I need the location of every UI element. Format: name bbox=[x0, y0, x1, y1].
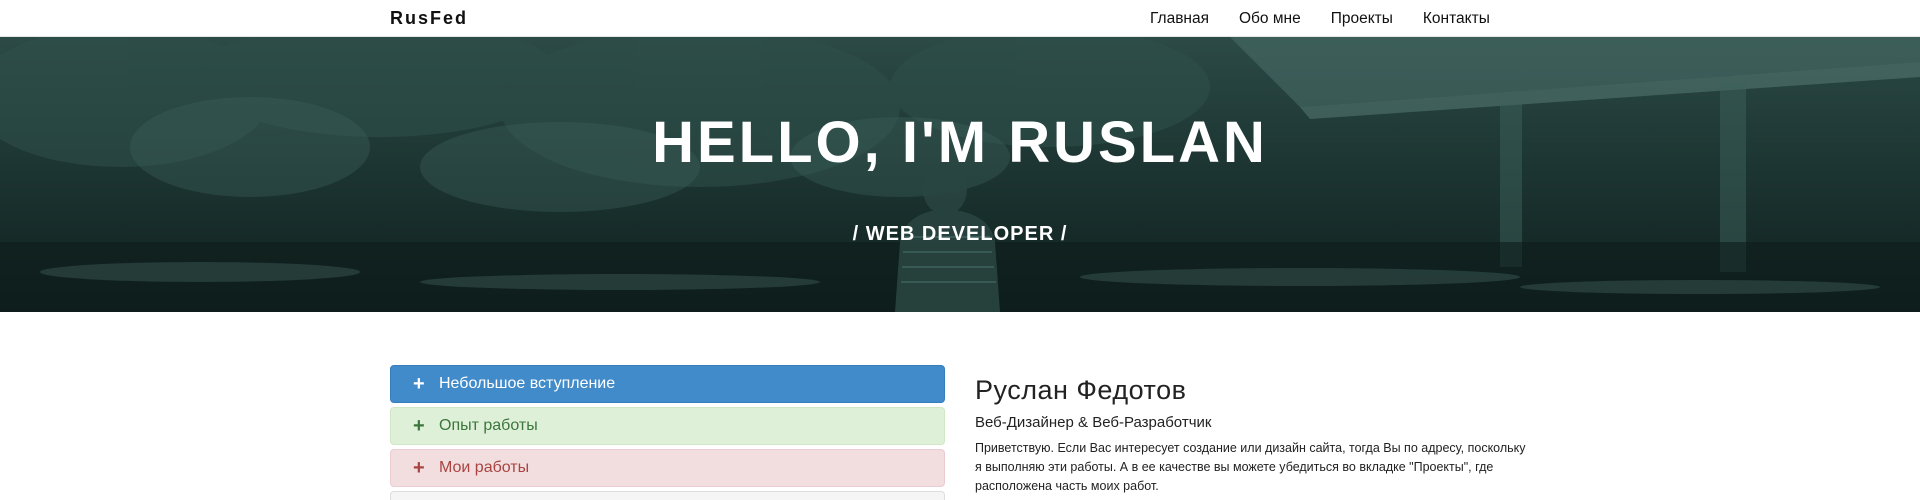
accordion-item-experience[interactable]: + Опыт работы bbox=[390, 407, 945, 445]
accordion: + Небольшое вступление + Опыт работы + М… bbox=[390, 365, 945, 500]
accordion-item-label: Опыт работы bbox=[439, 417, 538, 434]
plus-icon: + bbox=[413, 415, 425, 437]
accordion-item-label: Мои работы bbox=[439, 459, 530, 476]
accordion-item-intro[interactable]: + Небольшое вступление bbox=[390, 365, 945, 403]
about-role: Веб-Дизайнер & Веб-Разработчик bbox=[975, 414, 1212, 431]
navbar: RusFed Главная Обо мне Проекты Контакты bbox=[0, 0, 1920, 37]
accordion-item-next[interactable] bbox=[390, 491, 945, 500]
nav-menu: Главная Обо мне Проекты Контакты bbox=[1150, 10, 1490, 28]
about-text: Приветствую. Если Вас интересует создани… bbox=[975, 441, 1526, 493]
about-name: Руслан Федотов bbox=[975, 375, 1187, 405]
brand-logo[interactable]: RusFed bbox=[390, 8, 468, 29]
about-section: Руслан Федотов Веб-Дизайнер & Веб-Разраб… bbox=[975, 375, 1535, 496]
accordion-item-works[interactable]: + Мои работы bbox=[390, 449, 945, 487]
hero-subtitle: / WEB DEVELOPER / bbox=[852, 223, 1068, 245]
nav-link-about[interactable]: Обо мне bbox=[1239, 10, 1301, 28]
accordion-item-label: Небольшое вступление bbox=[439, 375, 616, 392]
hero-banner: HELLO, I'M RUSLAN / WEB DEVELOPER / bbox=[0, 37, 1920, 312]
plus-icon: + bbox=[413, 457, 425, 479]
nav-link-projects[interactable]: Проекты bbox=[1331, 10, 1393, 28]
nav-link-home[interactable]: Главная bbox=[1150, 10, 1209, 28]
hero-title: HELLO, I'M RUSLAN bbox=[652, 110, 1268, 175]
plus-icon: + bbox=[413, 373, 425, 395]
nav-link-contacts[interactable]: Контакты bbox=[1423, 10, 1490, 28]
